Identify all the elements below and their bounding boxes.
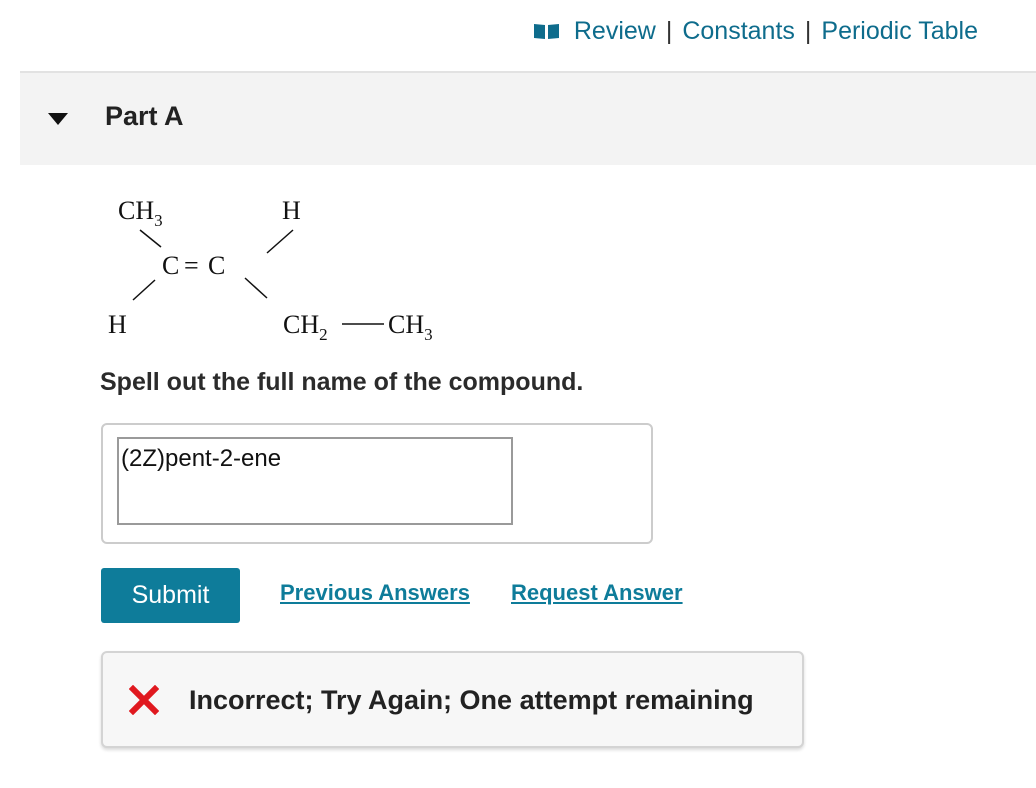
- bond-line: [266, 229, 294, 254]
- structure-ch3-top-left: CH3: [118, 196, 163, 230]
- x-icon: [129, 685, 159, 715]
- bond-line: [132, 279, 156, 301]
- chemical-structure: CH3 H C = C H CH2 CH3: [108, 196, 433, 344]
- bond-line: [139, 229, 162, 248]
- top-links-bar: Review | Constants | Periodic Table: [533, 14, 978, 48]
- answer-input[interactable]: (2Z)pent-2-ene: [117, 437, 513, 525]
- structure-ch3-bottom-right: CH3: [388, 310, 433, 344]
- question-text: Spell out the full name of the compound.: [100, 368, 584, 396]
- separator: |: [665, 16, 673, 45]
- structure-h-bottom-left: H: [108, 310, 127, 339]
- book-icon: [533, 22, 560, 40]
- answer-container: (2Z)pent-2-ene: [101, 423, 653, 544]
- feedback-message: Incorrect; Try Again; One attempt remain…: [189, 685, 754, 715]
- submit-button[interactable]: Submit: [101, 568, 240, 623]
- review-link[interactable]: Review: [574, 17, 656, 46]
- structure-carbon-left: C: [162, 251, 179, 280]
- part-title: Part A: [105, 101, 184, 131]
- structure-h-top-right: H: [282, 196, 301, 225]
- feedback-box: Incorrect; Try Again; One attempt remain…: [101, 651, 804, 748]
- periodic-table-link[interactable]: Periodic Table: [821, 17, 978, 46]
- constants-link[interactable]: Constants: [682, 17, 795, 46]
- previous-answers-link[interactable]: Previous Answers: [280, 580, 470, 606]
- caret-down-icon[interactable]: [48, 113, 68, 125]
- separator: |: [804, 16, 812, 45]
- bond-line: [244, 277, 268, 299]
- request-answer-link[interactable]: Request Answer: [511, 580, 683, 606]
- structure-double-bond: =: [184, 251, 199, 280]
- part-header[interactable]: Part A: [20, 73, 1036, 165]
- structure-carbon-right: C: [208, 251, 225, 280]
- structure-ch2: CH2: [283, 310, 328, 344]
